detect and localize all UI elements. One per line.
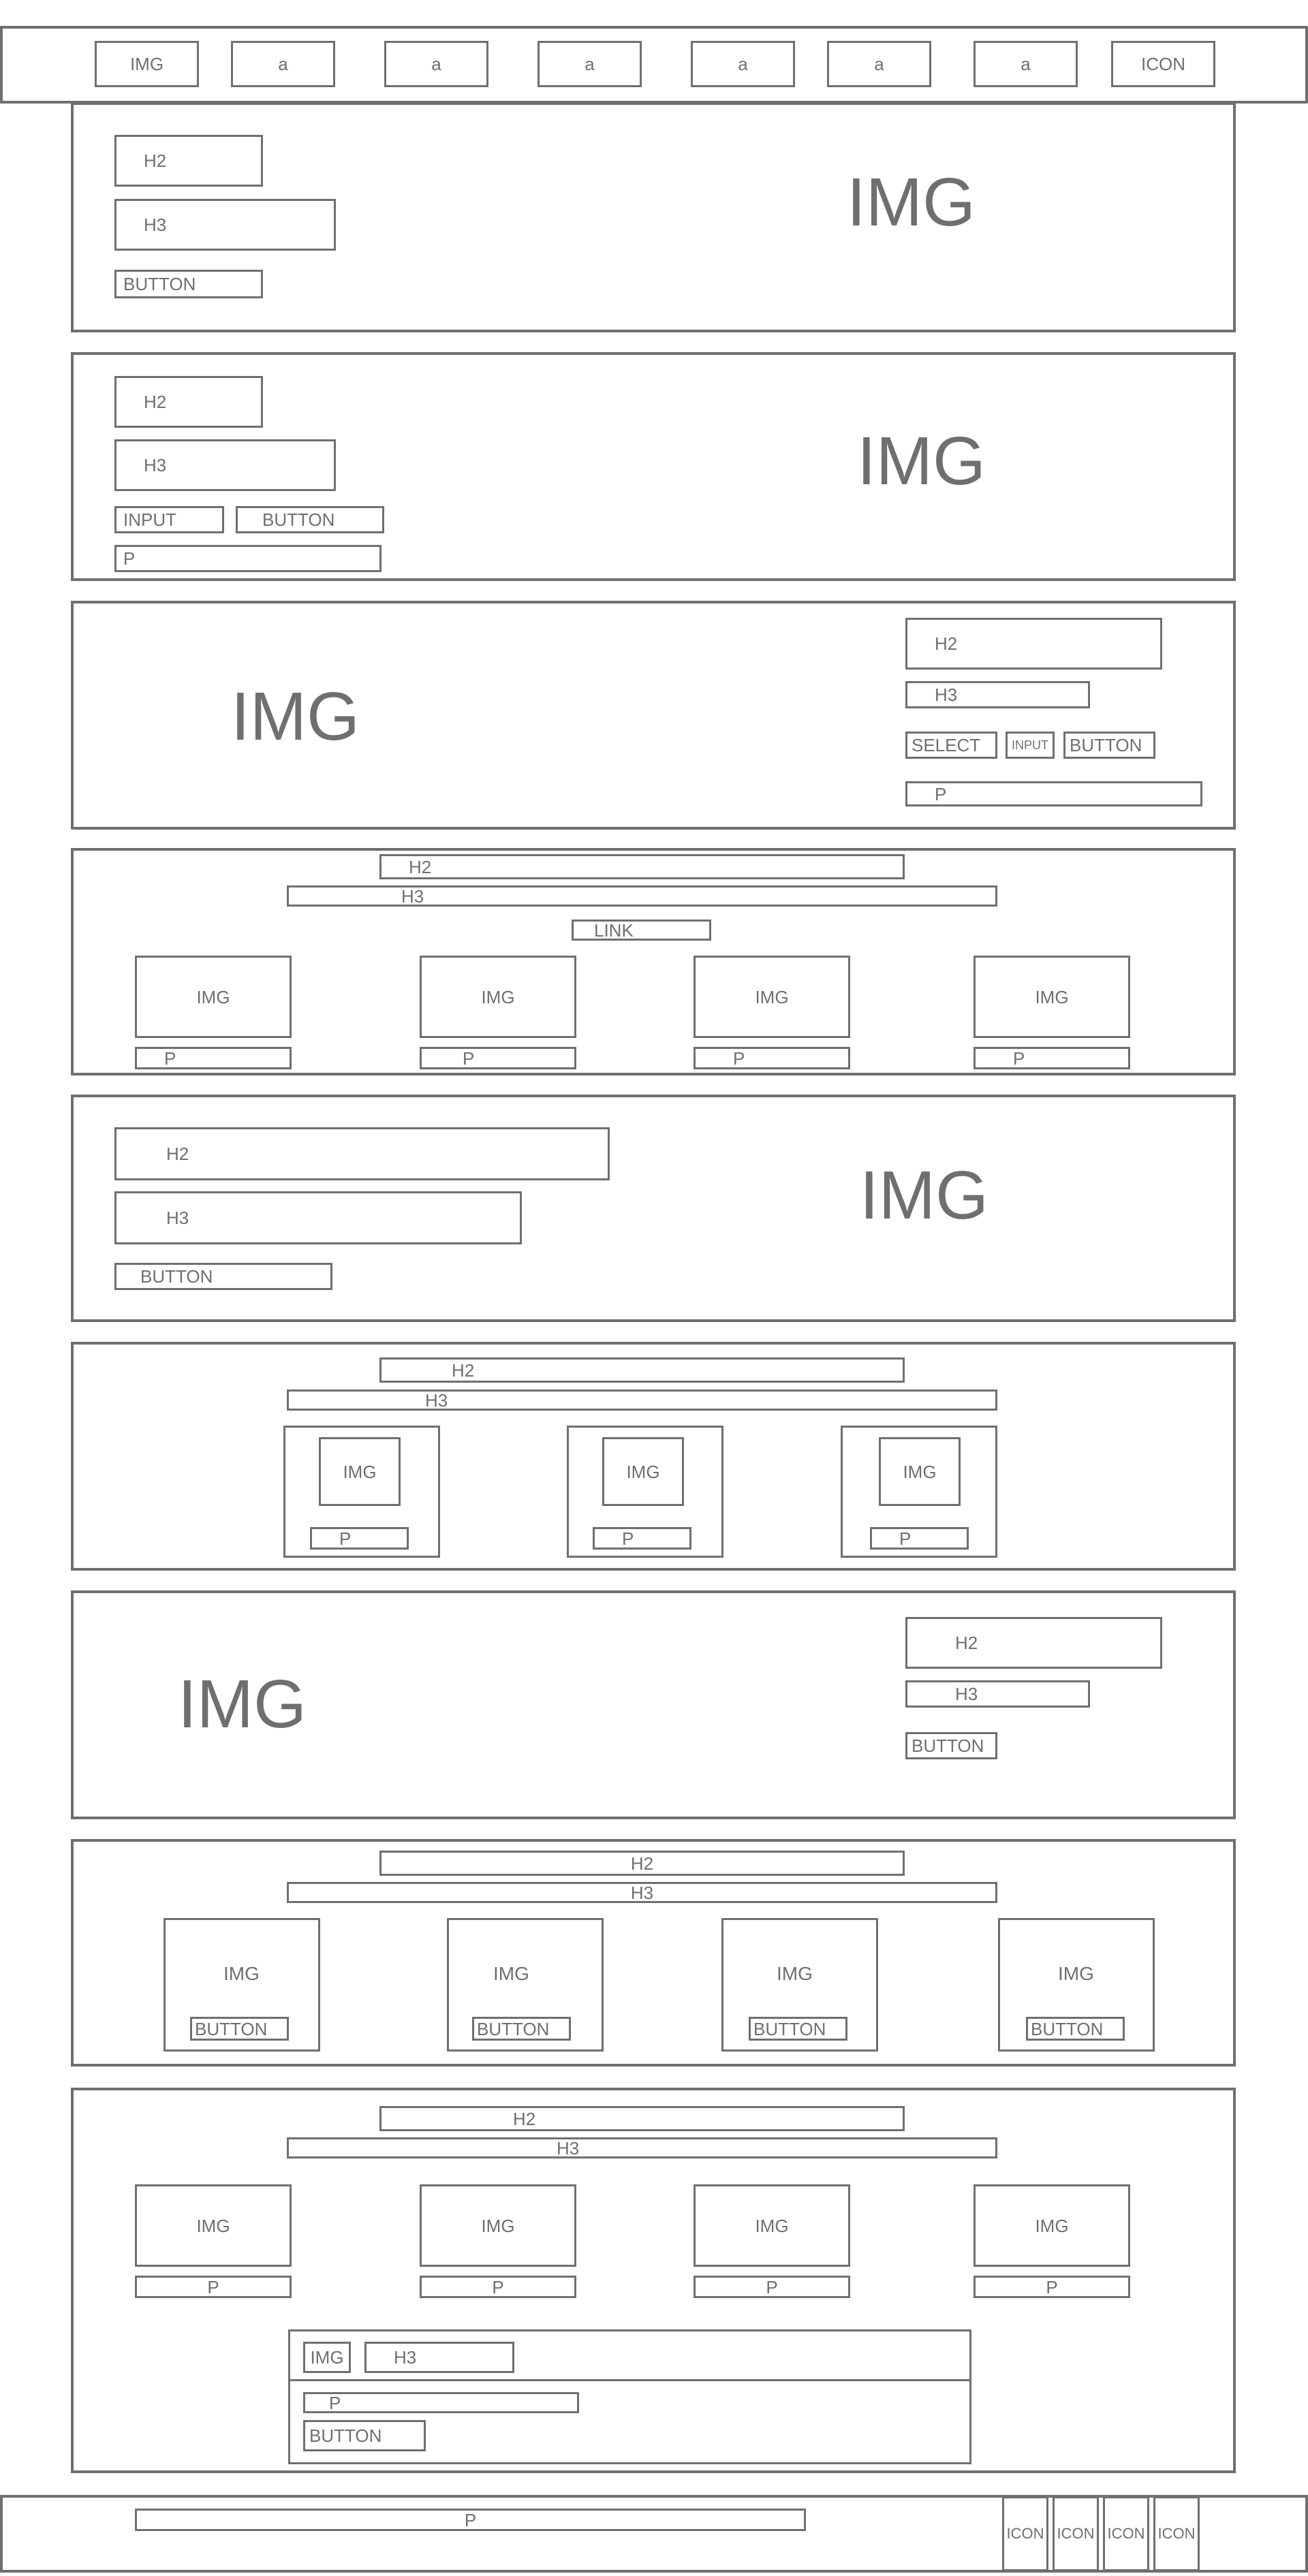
section8-card-4-button[interactable]: BUTTON (1026, 2017, 1125, 2041)
section9-card-2-image: IMG (420, 2184, 576, 2267)
nav-link-3[interactable]: a (538, 41, 642, 87)
section8-card-1-button[interactable]: BUTTON (190, 2017, 289, 2041)
section8-subheading: H3 (287, 1882, 997, 1903)
section8-card-3-image: IMG (777, 1963, 813, 1984)
section8-heading: H2 (379, 1851, 905, 1876)
section4-card-1-image: IMG (135, 956, 292, 1038)
section9-card-3-image: IMG (694, 2184, 850, 2267)
section9-subheading: H3 (287, 2137, 997, 2158)
hero2-image: IMG (857, 423, 986, 499)
section4-card-4-text: P (974, 1047, 1130, 1069)
section9-card-3-text: P (694, 2276, 850, 2298)
section5-button[interactable]: BUTTON (114, 1263, 332, 1290)
nav-link-4[interactable]: a (691, 41, 795, 87)
section6-card-3-text: P (870, 1527, 969, 1550)
section6-card-1-image: IMG (319, 1437, 401, 1506)
section7-button[interactable]: BUTTON (905, 1732, 997, 1759)
footer-social-icon-2[interactable]: ICON (1053, 2496, 1099, 2571)
section4-heading: H2 (379, 854, 905, 879)
section4-card-1-text: P (135, 1047, 292, 1069)
hero1-button[interactable]: BUTTON (114, 270, 263, 298)
footer-social-icon-4[interactable]: ICON (1153, 2496, 1200, 2571)
section9-panel-text: P (303, 2392, 579, 2413)
section3-subheading: H3 (905, 681, 1090, 708)
section8-card-4-image: IMG (1058, 1963, 1094, 1984)
section9-card-4-image: IMG (974, 2184, 1130, 2267)
section9-card-2-text: P (420, 2276, 576, 2298)
section3-paragraph: P (905, 781, 1202, 806)
nav-link-5[interactable]: a (827, 41, 931, 87)
section4-card-3-text: P (694, 1047, 850, 1069)
hero2-button[interactable]: BUTTON (236, 506, 384, 533)
section3-heading: H2 (905, 618, 1162, 670)
footer-social-icon-1[interactable]: ICON (1002, 2496, 1048, 2571)
hero1-subheading: H3 (114, 199, 336, 251)
section5-image: IMG (860, 1157, 988, 1234)
hero2-button-label: BUTTON (262, 509, 335, 530)
nav-link-1[interactable]: a (231, 41, 335, 87)
section4-link[interactable]: LINK (572, 920, 711, 941)
nav-menu-icon[interactable]: ICON (1111, 41, 1215, 87)
section7-subheading: H3 (905, 1680, 1090, 1708)
section8-card-3-button[interactable]: BUTTON (749, 2017, 847, 2041)
nav-link-2[interactable]: a (384, 41, 488, 87)
section5-subheading: H3 (114, 1191, 522, 1244)
section7-image: IMG (178, 1666, 307, 1742)
section8-card-1-image: IMG (223, 1963, 260, 1984)
section3-button[interactable]: BUTTON (1063, 732, 1155, 759)
section6-card-2-image: IMG (602, 1437, 684, 1506)
hero1-image: IMG (847, 164, 976, 240)
section3-input[interactable]: INPUT (1006, 732, 1055, 759)
nav-logo[interactable]: IMG (95, 41, 199, 87)
section9-heading: H2 (379, 2106, 905, 2131)
section4-card-3-image: IMG (694, 956, 850, 1038)
hero2-input[interactable]: INPUT (114, 506, 224, 533)
section9-panel-heading: H3 (364, 2342, 514, 2373)
section6-heading: H2 (379, 1357, 905, 1383)
section8-card-2-button[interactable]: BUTTON (472, 2017, 571, 2041)
section6-card-3-image: IMG (879, 1437, 961, 1506)
section4-subheading: H3 (287, 885, 997, 907)
section4-card-2-image: IMG (420, 956, 576, 1038)
section3-image: IMG (231, 678, 360, 755)
footer-social-icon-3[interactable]: ICON (1103, 2496, 1149, 2571)
section4-card-2-text: P (420, 1047, 576, 1069)
hero2-paragraph: P (114, 545, 382, 572)
section9-panel-image: IMG (303, 2342, 351, 2373)
hero2-heading: H2 (114, 376, 263, 428)
section9-panel-divider (288, 2379, 971, 2381)
section6-card-2-text: P (593, 1527, 691, 1550)
section6-subheading: H3 (287, 1389, 997, 1411)
section3-select[interactable]: SELECT (905, 732, 997, 759)
section9-card-1-image: IMG (135, 2184, 292, 2267)
section8-card-2-image: IMG (493, 1963, 529, 1984)
section7-heading: H2 (905, 1617, 1162, 1669)
footer-text: P (135, 2509, 806, 2531)
section5-heading: H2 (114, 1127, 610, 1180)
section9-panel-button[interactable]: BUTTON (303, 2420, 426, 2451)
section6-card-1-text: P (310, 1527, 409, 1550)
hero1-heading: H2 (114, 135, 263, 187)
section4-card-4-image: IMG (974, 956, 1130, 1038)
section9-card-4-text: P (974, 2276, 1130, 2298)
section9-card-1-text: P (135, 2276, 292, 2298)
nav-link-6[interactable]: a (974, 41, 1078, 87)
hero2-subheading: H3 (114, 439, 336, 491)
